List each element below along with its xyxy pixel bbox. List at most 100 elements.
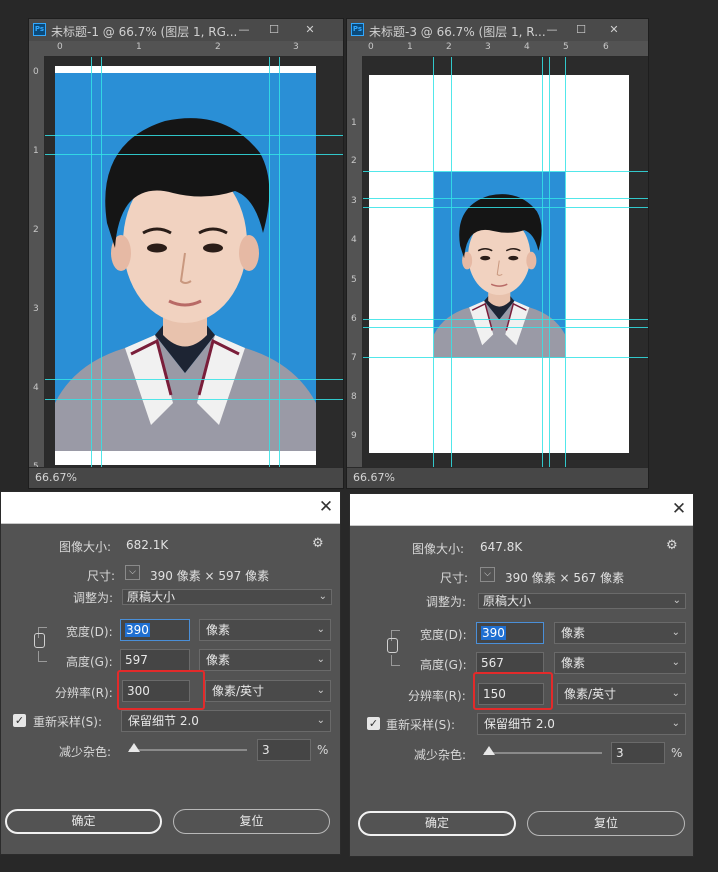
width-label: 宽度(D): bbox=[66, 625, 113, 639]
close-button[interactable]: ✕ bbox=[301, 22, 319, 37]
noise-input[interactable]: 3 bbox=[611, 742, 665, 764]
fit-to-select[interactable]: 原稿大小 ⌄ bbox=[478, 593, 686, 609]
zoom-status[interactable]: 66.67% bbox=[347, 467, 648, 488]
width-unit-select[interactable]: 像素 ⌄ bbox=[554, 622, 686, 644]
gear-icon[interactable]: ⚙ bbox=[666, 538, 678, 553]
horizontal-ruler[interactable]: 0 1 2 3 bbox=[29, 41, 343, 57]
chevron-down-icon: ⌄ bbox=[671, 657, 680, 668]
close-button[interactable]: ✕ bbox=[605, 22, 623, 37]
dialog-titlebar[interactable]: ✕ bbox=[1, 492, 340, 524]
width-input[interactable]: 390 bbox=[120, 619, 190, 641]
ruler-label: 4 bbox=[351, 235, 357, 245]
fit-to-value: 原稿大小 bbox=[127, 590, 176, 604]
guide-line[interactable] bbox=[45, 135, 343, 136]
ok-button[interactable]: 确定 bbox=[5, 809, 162, 834]
ruler-label: 2 bbox=[351, 156, 357, 166]
ruler-label: 4 bbox=[33, 383, 39, 393]
dimensions-dropdown-icon[interactable]: ⌵ bbox=[480, 567, 495, 582]
guide-line[interactable] bbox=[363, 207, 648, 208]
noise-slider-thumb[interactable] bbox=[128, 743, 140, 752]
guide-line[interactable] bbox=[269, 57, 270, 468]
width-input[interactable]: 390 bbox=[476, 622, 544, 644]
document-canvas[interactable] bbox=[45, 57, 343, 468]
close-icon[interactable]: ✕ bbox=[317, 498, 335, 516]
resolution-unit-select[interactable]: 像素/英寸 ⌄ bbox=[557, 683, 686, 705]
guide-line[interactable] bbox=[451, 57, 452, 468]
horizontal-ruler[interactable]: 0 1 2 3 4 5 6 bbox=[347, 41, 648, 57]
chevron-down-icon: ⌄ bbox=[316, 624, 325, 635]
ruler-label: 0 bbox=[57, 42, 63, 52]
guide-line[interactable] bbox=[45, 379, 343, 380]
noise-input[interactable]: 3 bbox=[257, 739, 311, 761]
window-titlebar[interactable]: Ps 未标题-3 @ 66.7% (图层 1, R... — ☐ ✕ bbox=[347, 19, 648, 42]
guide-line[interactable] bbox=[363, 171, 648, 172]
noise-slider-track[interactable] bbox=[129, 749, 247, 751]
chevron-down-icon: ⌄ bbox=[316, 654, 325, 665]
ok-button[interactable]: 确定 bbox=[358, 811, 516, 836]
guide-line[interactable] bbox=[279, 57, 280, 468]
resample-select[interactable]: 保留细节 2.0 ⌄ bbox=[477, 713, 686, 735]
guide-line[interactable] bbox=[101, 57, 102, 468]
vertical-ruler[interactable]: 0 1 2 3 4 5 bbox=[29, 56, 45, 472]
minimize-button[interactable]: — bbox=[543, 22, 561, 37]
link-chain-icon[interactable] bbox=[387, 638, 398, 653]
guide-line[interactable] bbox=[363, 319, 648, 320]
height-input[interactable]: 567 bbox=[476, 652, 544, 674]
height-unit-select[interactable]: 像素 ⌄ bbox=[199, 649, 331, 671]
chevron-down-icon: ⌄ bbox=[316, 715, 325, 726]
ruler-label: 8 bbox=[351, 392, 357, 402]
resample-select[interactable]: 保留细节 2.0 ⌄ bbox=[121, 710, 331, 732]
window-titlebar[interactable]: Ps 未标题-1 @ 66.7% (图层 1, RG... — ☐ ✕ bbox=[29, 19, 343, 42]
guide-line[interactable] bbox=[433, 57, 434, 468]
maximize-button[interactable]: ☐ bbox=[265, 22, 283, 37]
image-size-value: 647.8K bbox=[480, 540, 523, 554]
ruler-label: 1 bbox=[351, 118, 357, 128]
fit-to-select[interactable]: 原稿大小 ⌄ bbox=[122, 589, 332, 605]
guide-line[interactable] bbox=[363, 357, 648, 358]
ruler-label: 2 bbox=[215, 42, 221, 52]
width-unit-select[interactable]: 像素 ⌄ bbox=[199, 619, 331, 641]
noise-slider-thumb[interactable] bbox=[483, 746, 495, 755]
zoom-status[interactable]: 66.67% bbox=[29, 467, 343, 488]
minimize-button[interactable]: — bbox=[235, 22, 253, 37]
dimensions-dropdown-icon[interactable]: ⌵ bbox=[125, 565, 140, 580]
document-window-1[interactable]: Ps 未标题-1 @ 66.7% (图层 1, RG... — ☐ ✕ 0 1 … bbox=[28, 18, 344, 489]
resolution-unit: 像素/英寸 bbox=[564, 687, 617, 701]
height-unit-select[interactable]: 像素 ⌄ bbox=[554, 652, 686, 674]
fit-to-value: 原稿大小 bbox=[483, 594, 532, 608]
ruler-label: 0 bbox=[368, 42, 374, 52]
resolution-unit-select[interactable]: 像素/英寸 ⌄ bbox=[205, 680, 331, 702]
noise-slider-track[interactable] bbox=[484, 752, 602, 754]
guide-line[interactable] bbox=[45, 399, 343, 400]
width-value: 390 bbox=[481, 626, 506, 640]
height-input[interactable]: 597 bbox=[120, 649, 190, 671]
guide-line[interactable] bbox=[363, 198, 648, 199]
reset-button[interactable]: 复位 bbox=[173, 809, 330, 834]
height-value: 567 bbox=[481, 656, 504, 670]
ruler-label: 5 bbox=[563, 42, 569, 52]
guide-line[interactable] bbox=[549, 57, 550, 468]
guide-line[interactable] bbox=[45, 154, 343, 155]
maximize-button[interactable]: ☐ bbox=[572, 22, 590, 37]
gear-icon[interactable]: ⚙ bbox=[312, 536, 324, 551]
ruler-label: 9 bbox=[351, 431, 357, 441]
resample-checkbox[interactable]: ✓ bbox=[367, 717, 380, 730]
close-icon[interactable]: ✕ bbox=[670, 500, 688, 518]
ruler-label: 4 bbox=[524, 42, 530, 52]
resample-checkbox[interactable]: ✓ bbox=[13, 714, 26, 727]
guide-line[interactable] bbox=[91, 57, 92, 468]
document-canvas[interactable] bbox=[363, 57, 648, 468]
link-chain-icon[interactable] bbox=[34, 633, 45, 648]
vertical-ruler[interactable]: 1 2 3 4 5 6 7 8 9 bbox=[347, 56, 363, 468]
width-unit: 像素 bbox=[561, 626, 586, 640]
link-bracket bbox=[38, 651, 47, 662]
document-window-3[interactable]: Ps 未标题-3 @ 66.7% (图层 1, R... — ☐ ✕ 0 1 2… bbox=[346, 18, 649, 489]
guide-line[interactable] bbox=[363, 327, 648, 328]
width-label: 宽度(D): bbox=[420, 628, 467, 642]
reset-button[interactable]: 复位 bbox=[527, 811, 685, 836]
dialog-titlebar[interactable]: ✕ bbox=[350, 494, 693, 526]
photoshop-icon: Ps bbox=[33, 23, 46, 36]
guide-line[interactable] bbox=[542, 57, 543, 468]
guide-line[interactable] bbox=[565, 57, 566, 468]
ruler-label: 1 bbox=[407, 42, 413, 52]
